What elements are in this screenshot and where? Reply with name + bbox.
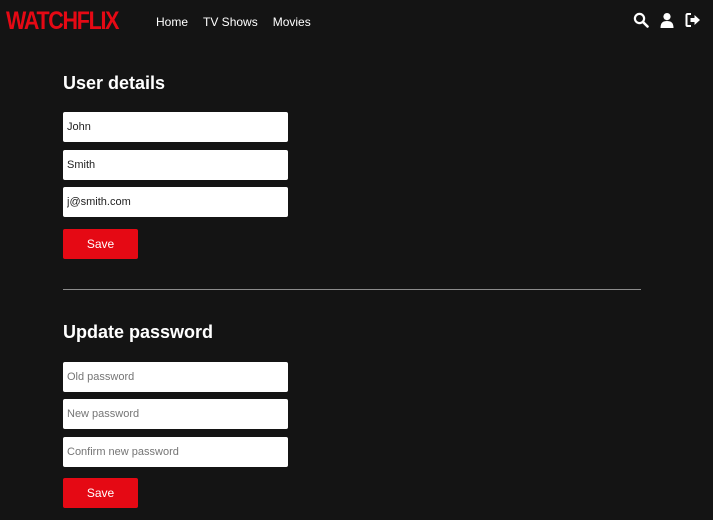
section-divider [63, 289, 641, 290]
first-name-field[interactable] [63, 112, 288, 142]
nav-link-tv-shows[interactable]: TV Shows [203, 15, 258, 29]
save-password-button[interactable]: Save [63, 478, 138, 508]
user-details-title: User details [63, 73, 166, 93]
old-password-field[interactable] [63, 362, 288, 392]
email-field[interactable] [63, 187, 288, 217]
new-password-field[interactable] [63, 399, 288, 429]
watchflix-logo[interactable]: WATCHFLIX [6, 7, 119, 36]
nav-icons [633, 12, 701, 28]
nav-link-home[interactable]: Home [156, 15, 188, 29]
nav-link-movies[interactable]: Movies [273, 15, 311, 29]
confirm-password-field[interactable] [63, 437, 288, 467]
user-icon[interactable] [659, 12, 675, 28]
search-icon[interactable] [633, 12, 649, 28]
update-password-title: Update password [63, 322, 214, 342]
top-navbar: WATCHFLIX Home TV Shows Movies [0, 0, 713, 44]
logout-icon[interactable] [685, 12, 701, 28]
save-user-details-button[interactable]: Save [63, 229, 138, 259]
last-name-field[interactable] [63, 150, 288, 180]
main-nav: Home TV Shows Movies [156, 15, 326, 29]
